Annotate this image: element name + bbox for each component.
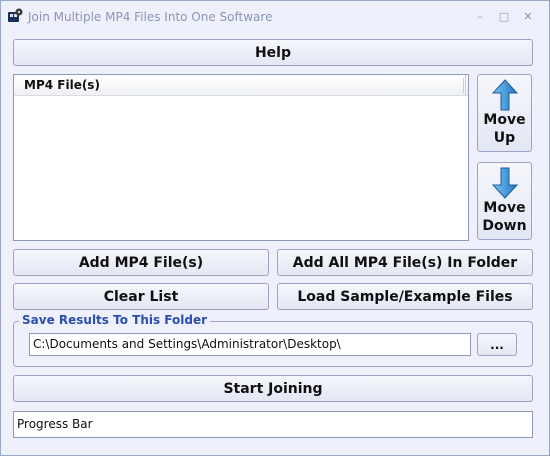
film-reel-icon <box>8 8 23 22</box>
move-up-label-line2: Up <box>493 130 516 146</box>
maximize-button[interactable]: □ <box>496 9 512 25</box>
column-header-mp4-files[interactable]: MP4 File(s) <box>14 75 466 95</box>
help-button[interactable]: Help <box>13 39 533 66</box>
app-window: Join Multiple MP4 Files Into One Softwar… <box>0 0 550 456</box>
window-title: Join Multiple MP4 Files Into One Softwar… <box>28 10 273 24</box>
arrow-down-icon <box>491 167 518 199</box>
output-folder-input[interactable]: C:\Documents and Settings\Administrator\… <box>29 333 471 356</box>
start-joining-button[interactable]: Start Joining <box>13 375 533 402</box>
list-header: MP4 File(s) <box>14 75 468 96</box>
progress-bar: Progress Bar <box>13 411 533 438</box>
move-down-button[interactable]: Move Down <box>477 162 532 240</box>
add-files-button[interactable]: Add MP4 File(s) <box>13 249 269 276</box>
move-up-button[interactable]: Move Up <box>477 74 532 152</box>
move-up-label-line1: Move <box>483 112 526 128</box>
move-down-label-line2: Down <box>482 218 527 234</box>
save-folder-label: Save Results To This Folder <box>19 313 211 327</box>
file-list[interactable]: MP4 File(s) <box>13 74 469 241</box>
browse-folder-button[interactable]: ... <box>477 333 517 356</box>
move-down-label-line1: Move <box>483 200 526 216</box>
minimize-button[interactable]: – <box>472 9 488 25</box>
close-button[interactable]: ✕ <box>520 9 536 25</box>
title-bar: Join Multiple MP4 Files Into One Softwar… <box>1 1 549 33</box>
add-all-folder-button[interactable]: Add All MP4 File(s) In Folder <box>277 249 533 276</box>
column-divider <box>463 78 464 93</box>
load-sample-button[interactable]: Load Sample/Example Files <box>277 283 533 310</box>
clear-list-button[interactable]: Clear List <box>13 283 269 310</box>
arrow-up-icon <box>491 79 518 111</box>
